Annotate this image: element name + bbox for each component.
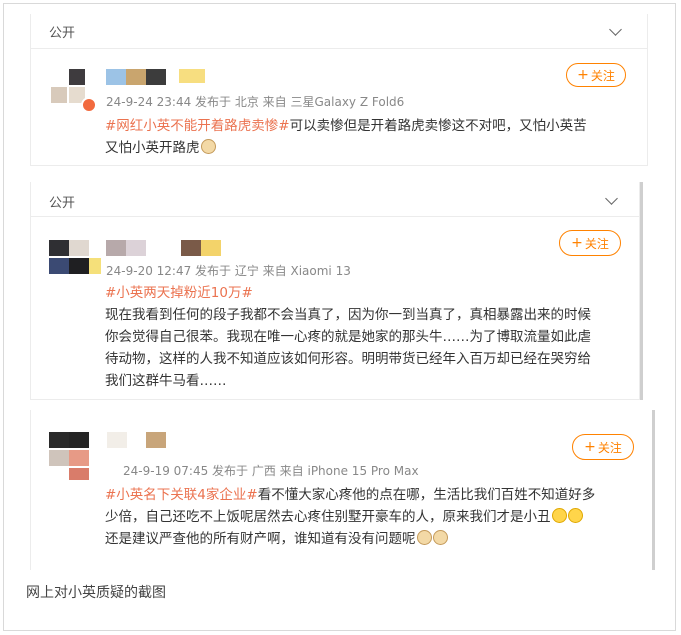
plus-icon: + — [577, 67, 589, 83]
divider — [31, 216, 639, 217]
post-card: 24-9-19 07:45 发布于 广西 来自 iPhone 15 Pro Ma… — [30, 410, 654, 570]
visibility-label: 公开 — [49, 196, 76, 211]
emoji-icon — [416, 530, 432, 545]
hashtag-link[interactable]: #小英两天掉粉近10万# — [105, 285, 253, 301]
post-text: #小英两天掉粉近10万# 现在我看到任何的段子我都不会当真了，因为你一到当真了，… — [105, 285, 591, 389]
verified-badge-icon — [81, 97, 97, 113]
hashtag-link[interactable]: #网红小英不能开着路虎卖惨# — [105, 118, 290, 134]
chevron-down-icon[interactable] — [609, 23, 622, 36]
divider — [31, 48, 647, 49]
follow-button[interactable]: + 关注 — [559, 230, 621, 256]
scrollbar[interactable] — [640, 182, 643, 400]
follow-button[interactable]: + 关注 — [572, 434, 634, 460]
visibility-label: 公开 — [49, 26, 76, 41]
follow-button[interactable]: + 关注 — [566, 63, 626, 87]
post-meta: 24-9-19 07:45 发布于 广西 来自 iPhone 15 Pro Ma… — [123, 464, 419, 478]
chevron-down-icon[interactable] — [605, 192, 618, 205]
post-text: #网红小英不能开着路虎卖惨#可以卖惨但是开着路虎卖惨这不对吧，又怕小英苦 又怕小… — [105, 118, 587, 156]
emoji-icon — [551, 508, 567, 523]
post-meta: 24-9-24 23:44 发布于 北京 来自 三星Galaxy Z Fold6 — [106, 95, 405, 109]
post-meta: 24-9-20 12:47 发布于 辽宁 来自 Xiaomi 13 — [106, 264, 351, 278]
hashtag-link[interactable]: #小英名下关联4家企业# — [105, 487, 258, 503]
plus-icon: + — [584, 439, 596, 455]
emoji-icon — [567, 508, 583, 523]
post-text: #小英名下关联4家企业#看不懂大家心疼他的点在哪，生活比我们百姓不知道好多 少倍… — [105, 487, 596, 547]
emoji-icon — [200, 139, 216, 154]
emoji-icon — [432, 530, 448, 545]
plus-icon: + — [571, 235, 583, 251]
post-card: 公开 24-9-20 12:47 发布于 辽宁 来自 Xiaomi 13 + 关… — [30, 182, 640, 400]
scrollbar[interactable] — [652, 410, 655, 570]
post-card: 公开 24-9-24 23:44 发布于 北京 来自 三星Galaxy Z Fo… — [30, 14, 648, 166]
image-caption: 网上对小英质疑的截图 — [26, 585, 166, 601]
